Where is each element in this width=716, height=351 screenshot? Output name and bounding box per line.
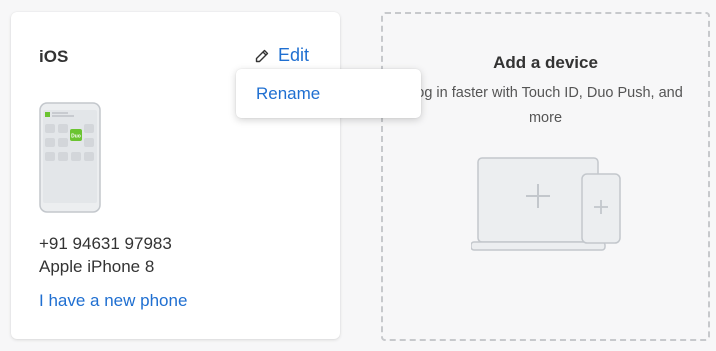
device-platform-title: iOS — [39, 47, 69, 66]
rename-menu-item[interactable]: Rename — [256, 84, 320, 104]
add-device-subtitle: Log in faster with Touch ID, Duo Push, a… — [408, 85, 683, 126]
new-phone-link[interactable]: I have a new phone — [39, 291, 187, 311]
phone-illustration: Duo — [39, 102, 101, 218]
edit-label: Edit — [278, 45, 310, 65]
phone-model: Apple iPhone 8 — [39, 257, 155, 276]
add-device-card[interactable]: Add a device Log in faster with Touch ID… — [381, 12, 710, 341]
phone-number: +91 94631 97983 — [39, 234, 172, 253]
pencil-icon — [255, 49, 269, 63]
edit-dropdown-menu: Rename — [236, 69, 421, 118]
devices-illustration — [470, 155, 621, 264]
edit-button[interactable]: Edit — [255, 45, 309, 66]
device-card: iOS Edit Duo +91 94631 97983 Apple iPhon… — [11, 12, 340, 339]
duo-app-icon: Duo — [71, 134, 81, 140]
add-device-title: Add a device — [493, 53, 598, 72]
